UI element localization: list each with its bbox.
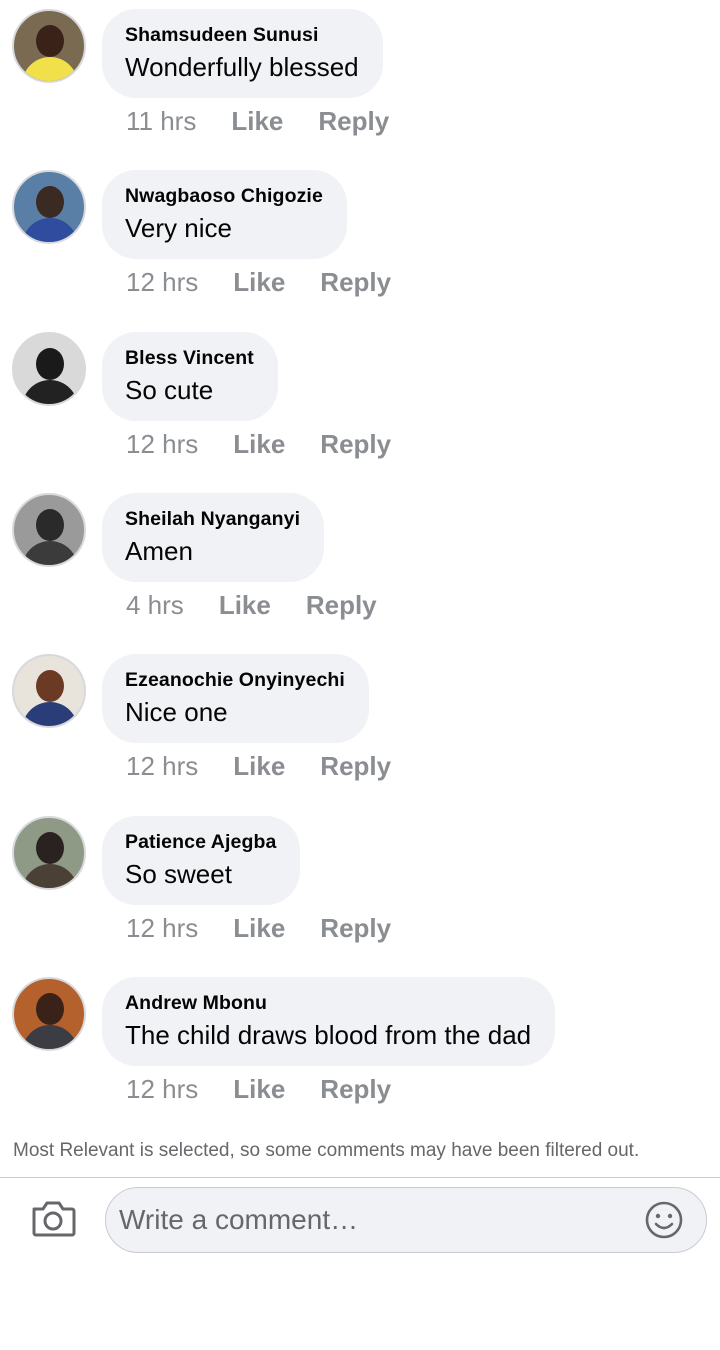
comment-text: The child draws blood from the dad — [125, 1019, 532, 1050]
like-button[interactable]: Like — [231, 104, 283, 138]
avatar-body — [22, 863, 78, 888]
comment-item: Ezeanochie Onyinyechi Nice one 12 hrs Li… — [0, 645, 720, 806]
avatar[interactable] — [12, 976, 86, 1051]
comment-actions: 4 hrs Like Reply — [126, 588, 377, 622]
comment-timestamp[interactable]: 12 hrs — [126, 911, 198, 945]
reply-button[interactable]: Reply — [320, 1072, 391, 1106]
avatar-face — [36, 670, 64, 703]
like-button[interactable]: Like — [233, 749, 285, 783]
avatar[interactable] — [12, 331, 86, 406]
comment-bubble[interactable]: Nwagbaoso Chigozie Very nice — [102, 170, 347, 260]
comment-item: Patience Ajegba So sweet 12 hrs Like Rep… — [0, 807, 720, 968]
avatar-face — [36, 992, 64, 1025]
comment-timestamp[interactable]: 11 hrs — [126, 104, 196, 138]
emoji-smiley-icon[interactable] — [644, 1200, 684, 1240]
reply-button[interactable]: Reply — [306, 588, 377, 622]
comment-timestamp[interactable]: 12 hrs — [126, 265, 198, 299]
comment-bubble[interactable]: Patience Ajegba So sweet — [102, 815, 301, 905]
comment-item: Bless Vincent So cute 12 hrs Like Reply — [0, 323, 720, 484]
comment-author[interactable]: Patience Ajegba — [125, 829, 276, 855]
comment-author[interactable]: Nwagbaoso Chigozie — [125, 183, 323, 209]
comment-actions: 12 hrs Like Reply — [126, 1072, 391, 1106]
comment-item: Sheilah Nyanganyi Amen 4 hrs Like Reply — [0, 484, 720, 645]
avatar-face — [36, 186, 64, 219]
comment-bubble[interactable]: Bless Vincent So cute — [102, 331, 278, 421]
comment-actions: 12 hrs Like Reply — [126, 265, 391, 299]
comment-actions: 12 hrs Like Reply — [126, 749, 391, 783]
camera-icon[interactable] — [30, 1199, 76, 1239]
avatar-face — [36, 831, 64, 864]
comment-item: Andrew Mbonu The child draws blood from … — [0, 968, 720, 1129]
comment-actions: 12 hrs Like Reply — [126, 911, 391, 945]
avatar-body — [22, 379, 78, 404]
comment-text: Nice one — [125, 697, 228, 728]
comment-bubble[interactable]: Shamsudeen Sunusi Wonderfully blessed — [102, 9, 383, 98]
avatar-face — [36, 347, 64, 380]
avatar-body — [22, 540, 78, 565]
comment-bubble[interactable]: Sheilah Nyanganyi Amen — [102, 492, 325, 582]
comment-text: So sweet — [125, 858, 232, 889]
like-button[interactable]: Like — [233, 265, 285, 299]
comment-author[interactable]: Sheilah Nyanganyi — [125, 506, 300, 532]
avatar[interactable] — [12, 492, 86, 567]
like-button[interactable]: Like — [219, 588, 271, 622]
avatar-face — [36, 25, 64, 57]
comment-author[interactable]: Shamsudeen Sunusi — [125, 22, 359, 48]
reply-button[interactable]: Reply — [320, 265, 391, 299]
avatar[interactable] — [12, 170, 86, 245]
comment-text: Amen — [125, 535, 193, 566]
comment-actions: 12 hrs Like Reply — [126, 427, 391, 461]
avatar-body — [22, 218, 78, 243]
reply-button[interactable]: Reply — [320, 749, 391, 783]
comment-bubble[interactable]: Andrew Mbonu The child draws blood from … — [102, 976, 556, 1066]
comment-bubble[interactable]: Ezeanochie Onyinyechi Nice one — [102, 654, 369, 744]
comment-text: Wonderfully blessed — [125, 52, 359, 82]
comment-text: Very nice — [125, 213, 232, 244]
avatar[interactable] — [12, 654, 86, 729]
avatar-body — [22, 57, 78, 81]
avatar[interactable] — [12, 815, 86, 890]
filter-notice: Most Relevant is selected, so some comme… — [13, 1140, 640, 1161]
comment-author[interactable]: Bless Vincent — [125, 345, 254, 371]
comment-timestamp[interactable]: 12 hrs — [126, 1072, 198, 1106]
comment-item: Nwagbaoso Chigozie Very nice 12 hrs Like… — [0, 161, 720, 322]
comment-timestamp[interactable]: 12 hrs — [126, 427, 198, 461]
like-button[interactable]: Like — [233, 427, 285, 461]
comment-author[interactable]: Ezeanochie Onyinyechi — [125, 667, 345, 693]
like-button[interactable]: Like — [233, 1072, 285, 1106]
reply-button[interactable]: Reply — [320, 427, 391, 461]
comment-timestamp[interactable]: 4 hrs — [126, 588, 184, 622]
comment-author[interactable]: Andrew Mbonu — [125, 990, 531, 1016]
comment-input[interactable]: Write a comment… — [105, 1187, 707, 1253]
comment-text: So cute — [125, 374, 214, 405]
reply-button[interactable]: Reply — [320, 911, 391, 945]
avatar[interactable] — [12, 9, 86, 83]
avatar-body — [22, 1024, 78, 1049]
comment-composer: Write a comment… — [0, 1178, 720, 1350]
comment-actions: 11 hrs Like Reply — [126, 104, 389, 138]
comment-input-placeholder: Write a comment… — [119, 1204, 359, 1235]
avatar-face — [36, 508, 64, 541]
reply-button[interactable]: Reply — [318, 104, 389, 138]
comment-timestamp[interactable]: 12 hrs — [126, 749, 198, 783]
like-button[interactable]: Like — [233, 911, 285, 945]
comment-item: Shamsudeen Sunusi Wonderfully blessed 11… — [0, 0, 720, 161]
avatar-body — [22, 702, 78, 727]
